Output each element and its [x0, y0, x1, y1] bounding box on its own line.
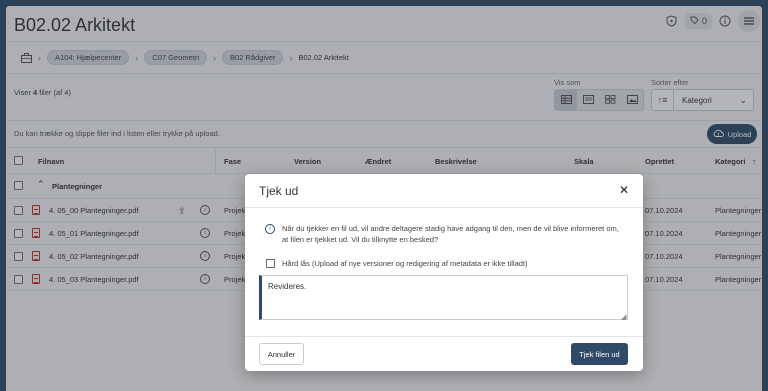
resize-handle-icon[interactable]: ◢ [621, 313, 626, 321]
dialog-info-text: Når du tjekker en fil ud, vil andre delt… [282, 224, 619, 244]
checkout-button[interactable]: Tjek filen ud [571, 343, 628, 365]
cancel-button[interactable]: Annuller [259, 343, 304, 365]
close-icon[interactable]: ✕ [619, 183, 629, 197]
hard-lock-checkbox[interactable] [266, 259, 275, 268]
dialog-divider [245, 336, 643, 337]
checkout-dialog: Tjek ud ✕ i Når du tjekker en fil ud, vi… [245, 174, 643, 371]
dialog-title: Tjek ud [259, 184, 299, 198]
hard-lock-label[interactable]: Hård lås (Upload af nye versioner og red… [282, 259, 528, 268]
message-textarea[interactable]: Revideres. [259, 275, 628, 320]
dialog-divider [245, 207, 643, 208]
info-icon: i [265, 224, 275, 234]
